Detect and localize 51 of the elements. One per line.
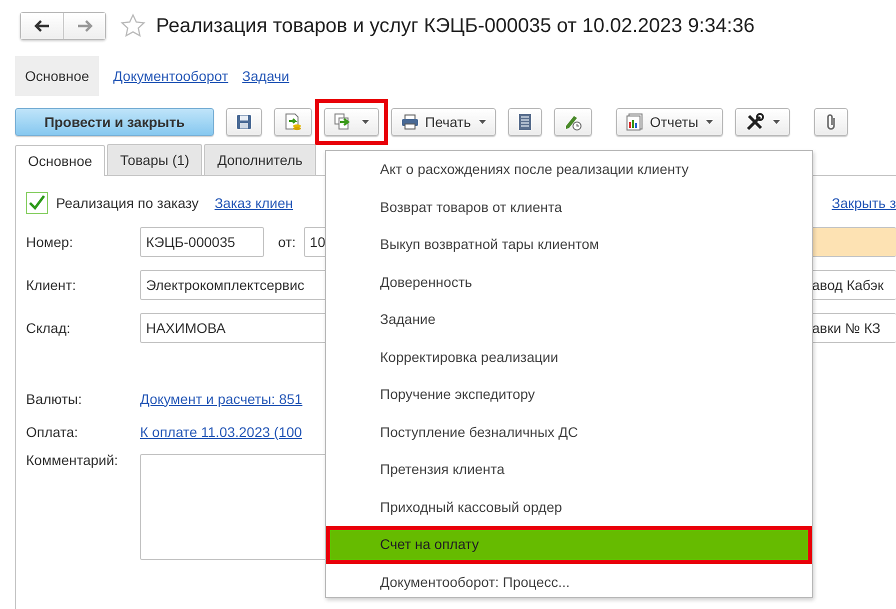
section-tab[interactable]: Задачи: [242, 56, 290, 96]
field-label: Валюты:: [26, 390, 83, 406]
window-title: Реализация товаров и услуг КЭЦБ-000035 от 10.02.2023 9:34:36: [156, 14, 755, 38]
star-icon[interactable]: [120, 13, 146, 39]
menu-item[interactable]: Задание: [326, 301, 812, 338]
order-link[interactable]: Заказ клиен: [214, 195, 293, 211]
menu-item[interactable]: Поступление безналичных ДС: [326, 414, 812, 451]
dropdown-button[interactable]: Отчеты: [616, 108, 724, 136]
menu-item[interactable]: Возврат товаров от клиента: [326, 188, 812, 226]
post-and-close-button[interactable]: Провести и закрыть: [15, 108, 214, 136]
currency-link[interactable]: Документ и расчеты: 851: [140, 390, 302, 406]
caret-icon: [706, 120, 714, 124]
back-arrow-icon: [34, 20, 50, 32]
form-tab[interactable]: Товары (1): [107, 144, 202, 175]
field-label: от:: [278, 234, 296, 250]
forward-arrow-icon: [76, 20, 92, 32]
menu-item[interactable]: Претензия клиента: [326, 451, 812, 488]
printer-icon: [401, 114, 419, 130]
checkbox-label: Реализация по заказу: [56, 195, 199, 211]
menu-item[interactable]: Доверенность: [326, 264, 812, 301]
document-coins-icon: [284, 113, 302, 131]
tools-icon: [745, 113, 766, 131]
checkbox[interactable]: [26, 192, 48, 214]
menu-item[interactable]: Приходный кассовый ордер: [326, 488, 812, 526]
section-tab[interactable]: Основное: [15, 56, 100, 96]
caret-icon: [478, 120, 486, 124]
pen-clock-icon: [564, 113, 582, 131]
menu-item[interactable]: Корректировка реализации: [326, 338, 812, 376]
toolbar-button[interactable]: [735, 108, 790, 136]
close-order-link[interactable]: Закрыть з: [832, 195, 896, 211]
form-tab[interactable]: Дополнитель: [204, 144, 316, 175]
chart-document-icon: [626, 113, 644, 131]
menu-item[interactable]: Акт о расхождениях после реализации клиенту: [326, 151, 812, 188]
menu-item[interactable]: Поручение экспедитору: [326, 376, 812, 414]
caret-icon: [362, 120, 369, 124]
section-tab[interactable]: Документооборот: [113, 56, 228, 96]
field-label: Комментарий:: [26, 452, 120, 468]
field-label: Клиент:: [26, 276, 77, 292]
field-label: Номер:: [26, 234, 74, 250]
field-label: Склад:: [26, 320, 72, 336]
menu-item[interactable]: Выкуп возвратной тары клиентом: [326, 226, 812, 264]
back-button[interactable]: [21, 13, 63, 39]
dropdown-button[interactable]: Печать: [391, 108, 496, 136]
menu-item[interactable]: Счет на оплату: [326, 526, 812, 564]
payment-link[interactable]: К оплате 11.03.2023 (100: [140, 424, 302, 440]
field-label: Оплата:: [26, 424, 80, 440]
caret-icon: [773, 120, 780, 124]
number-field[interactable]: КЭЦБ-000035: [140, 226, 264, 256]
menu-item[interactable]: Документооборот: Процесс...: [326, 564, 812, 601]
form-tab[interactable]: Основное: [15, 145, 106, 176]
document-lines-icon: [518, 113, 532, 131]
